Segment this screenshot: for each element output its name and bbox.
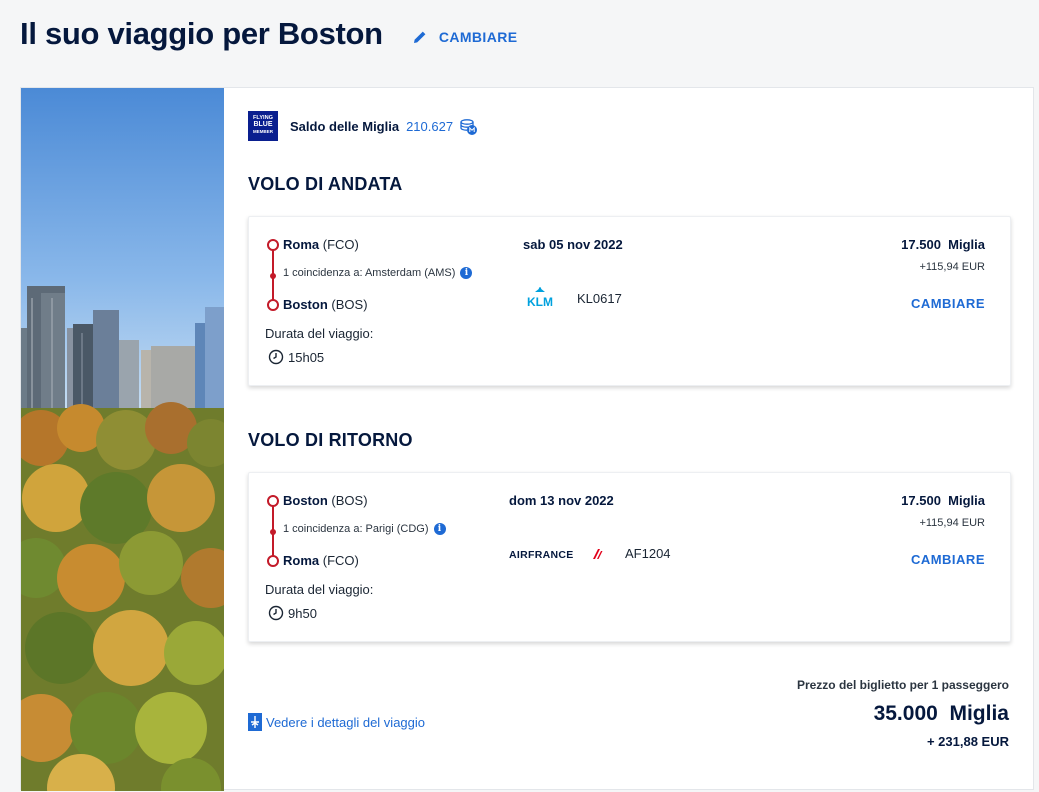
origin-dot [267,495,279,507]
duration: 9h50 [268,605,317,621]
miles-balance: FLYING BLUE MEMBER Saldo delle Miglia 21… [248,111,478,141]
clock-icon [268,605,284,621]
trip-details-link[interactable]: Vedere i dettagli del viaggio [248,713,425,731]
balance-label: Saldo delle Miglia [290,118,400,134]
airline-info: KLM KL0617 [523,287,622,309]
destination-city: Boston (BOS) [283,297,368,312]
destination-dot [267,299,279,311]
trip-content: FLYING BLUE MEMBER Saldo delle Miglia 21… [248,88,1011,789]
svg-text:AIRFRANCE: AIRFRANCE [509,549,574,561]
price-miles: 17.500 Miglia [901,493,985,508]
trip-details-label: Vedere i dettagli del viaggio [266,714,426,730]
miles-coin-icon [460,119,478,135]
flying-blue-logo: FLYING BLUE MEMBER [248,111,278,141]
flight-date: dom 13 nov 2022 [509,493,614,508]
pencil-icon [413,31,426,43]
price-eur: +115,94 EUR [919,517,985,529]
page-header: Il suo viaggio per Boston CAMBIARE [20,16,517,52]
klm-logo: KLM [527,287,553,309]
airline-info: AIRFRANCE AF1204 [509,546,671,561]
stop-info: 1 coincidenza a: Amsterdam (AMS) i [283,267,473,279]
total-price: Prezzo del biglietto per 1 passeggero 35… [797,678,1009,749]
duration-label: Durata del viaggio: [265,326,374,341]
outbound-change-button[interactable]: CAMBIARE [911,296,985,311]
origin-city: Boston (BOS) [283,493,368,508]
change-trip-button[interactable]: CAMBIARE [413,29,518,45]
return-price: 17.500 Miglia +115,94 EUR [901,493,985,529]
outbound-section-title: VOLO DI ANDATA [248,174,403,194]
clock-icon [268,349,284,365]
origin-city: Roma (FCO) [283,237,359,252]
page-title: Il suo viaggio per Boston [20,16,383,51]
return-section-title: VOLO DI RITORNO [248,430,413,450]
duration-label: Durata del viaggio: [265,582,374,597]
destination-dot [267,555,279,567]
flight-number: AF1204 [625,546,671,561]
outbound-flight-card: Roma (FCO) 1 coincidenza a: Amsterdam (A… [248,216,1011,386]
info-icon[interactable]: i [433,523,446,535]
total-eur: + 231,88 EUR [926,734,1009,749]
stop-info: 1 coincidenza a: Parigi (CDG) i [283,523,446,535]
change-trip-label: CAMBIARE [438,29,518,45]
total-price-label: Prezzo del biglietto per 1 passeggero [796,678,1009,692]
boston-skyline-photo [21,88,224,791]
stop-dot [270,273,276,279]
duration: 15h05 [268,349,324,365]
outbound-price: 17.500 Miglia +115,94 EUR [901,237,985,273]
price-miles: 17.500 Miglia [901,237,985,252]
origin-dot [267,239,279,251]
flight-details-icon [248,713,262,731]
flight-date: sab 05 nov 2022 [523,237,623,252]
trip-summary-card: FLYING BLUE MEMBER Saldo delle Miglia 21… [20,87,1034,791]
total-miles: 35.000 Miglia [873,702,1009,725]
price-eur: +115,94 EUR [919,261,985,273]
stop-dot [270,529,276,535]
return-change-button[interactable]: CAMBIARE [911,552,985,567]
info-icon[interactable]: i [460,267,473,279]
airfrance-logo: AIRFRANCE [509,548,603,561]
return-flight-card: Boston (BOS) 1 coincidenza a: Parigi (CD… [248,472,1011,642]
destination-city: Roma (FCO) [283,553,359,568]
svg-text:KLM: KLM [527,295,553,309]
balance-value: 210.627 [406,118,454,134]
flight-number: KL0617 [577,290,622,306]
